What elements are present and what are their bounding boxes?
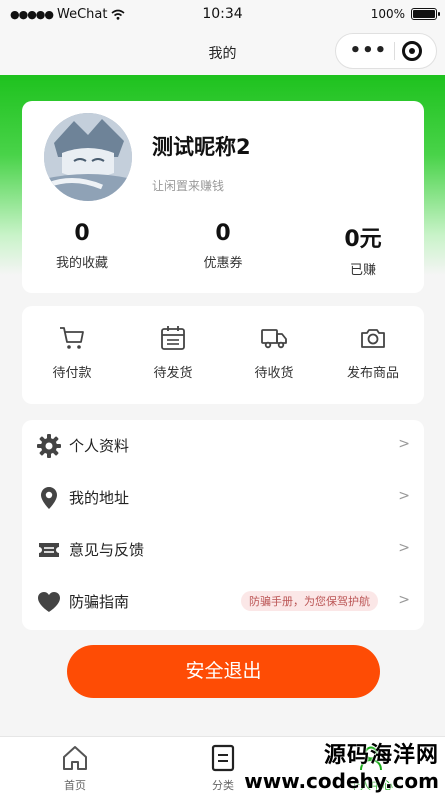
order-label: 待发货 [153,366,193,381]
watermark-title: 源码海洋网 [323,743,439,768]
menu-item-feedback[interactable]: 意见与反馈 > [22,524,424,576]
menu-item-address[interactable]: 我的地址 > [22,472,424,524]
order-label: 待付款 [52,366,92,381]
ticket-icon [39,543,59,557]
order-pending-payment[interactable]: 待付款 [32,324,112,381]
home-icon [63,746,87,770]
order-pending-shipment[interactable]: 待发货 [133,324,213,381]
location-pin-icon [41,487,57,509]
order-label: 发布商品 [346,366,399,381]
nickname: 测试昵称2 [152,135,251,159]
stat-label: 已赚 [349,263,376,278]
profile-card: 测试昵称2 让闲置来赚钱 0 我的收藏 0 优惠券 0元 已赚 [22,101,424,293]
orders-card: 待付款 待发货 待收货 发布商品 [22,306,424,404]
mini-program-capsule: ••• [335,33,437,69]
stat-label: 优惠券 [203,256,243,271]
battery-percent: 100% [370,7,405,21]
menu-label: 我的地址 [69,489,130,507]
stat-value: 0 [74,221,90,246]
stat-label: 我的收藏 [55,256,108,271]
anti-fraud-tag: 防骗手册，为您保驾护航 [241,591,378,611]
menu-item-profile[interactable]: 个人资料 > [22,420,424,472]
battery-fill [413,10,435,18]
camera-icon [361,329,385,348]
menu-item-anti-fraud[interactable]: 防骗指南 防骗手册，为您保驾护航 > [22,576,424,628]
status-bar: ●●●●● WeChat 10:34 100% [0,0,445,30]
chevron-right-icon: > [398,540,410,556]
menu-label: 意见与反馈 [69,541,145,559]
order-label: 待收货 [254,366,294,381]
avatar-illustration [44,113,132,201]
stat-value: 0元 [344,227,382,252]
stat-favorites[interactable]: 0 我的收藏 [22,221,142,271]
order-pending-receipt[interactable]: 待收货 [234,324,314,381]
watermark: 源码海洋网 www.codehy.com [244,737,439,793]
profile-subtitle: 让闲置来赚钱 [152,179,225,193]
calendar-icon [161,326,185,350]
order-publish-item[interactable]: 发布商品 [333,324,413,381]
watermark-url: www.codehy.com [244,769,439,793]
heart-icon [38,592,60,612]
capsule-divider [394,42,396,60]
avatar[interactable] [44,113,132,201]
tab-label: 首页 [64,779,86,792]
logout-button[interactable]: 安全退出 [67,645,380,698]
battery-icon [411,8,440,20]
status-right: 100% [370,7,440,21]
target-icon[interactable] [402,41,423,61]
chevron-right-icon: > [398,436,410,452]
chevron-right-icon: > [398,592,410,608]
stat-coupons[interactable]: 0 优惠券 [163,221,283,271]
truck-icon [261,329,287,349]
menu-label: 防骗指南 [69,593,130,611]
chevron-right-icon: > [398,488,410,504]
gear-icon [37,434,61,458]
menu-card: 个人资料 > 我的地址 > 意见与反馈 > 防骗指南 防骗手册，为您保驾护航 > [22,420,424,630]
stat-value: 0 [215,221,231,246]
cart-icon [60,327,84,349]
category-icon [211,744,235,772]
stat-earned[interactable]: 0元 已赚 [303,221,423,278]
menu-label: 个人资料 [69,437,130,455]
tab-home[interactable]: 首页 [30,743,120,793]
nav-bar: 我的 ••• [0,30,445,75]
more-dots-icon[interactable]: ••• [350,42,388,60]
